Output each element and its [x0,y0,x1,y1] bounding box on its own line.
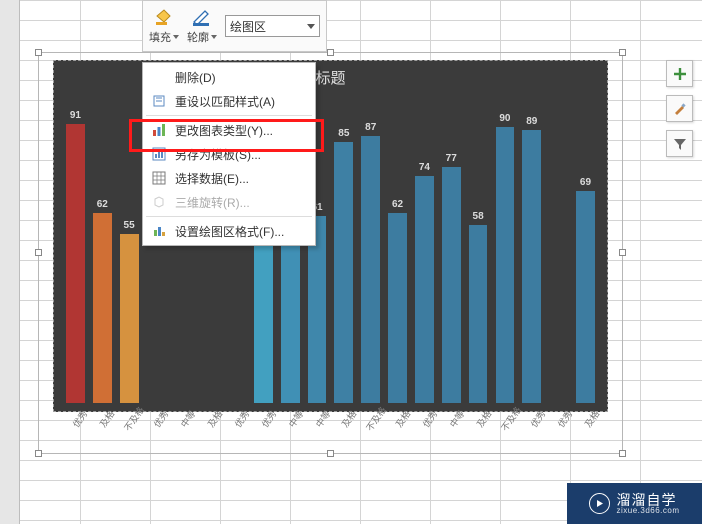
bar[interactable]: 85 [334,142,353,403]
bar-value-label: 91 [70,110,81,121]
pen-outline-icon [191,7,213,27]
element-selector-value: 绘图区 [230,18,266,35]
save-template-icon [151,146,167,162]
bar-slot: 58 [465,96,492,403]
bar-value-label: 55 [124,220,135,231]
bar-slot: 77 [438,96,465,403]
chart-object[interactable]: 标题 916255685961858762747758908969 优秀及格不及… [38,52,623,454]
bar-slot: 74 [411,96,438,403]
format-plot-icon [151,223,167,239]
blank-icon [151,69,167,85]
bar[interactable]: 90 [496,127,515,403]
bar-value-label: 58 [473,211,484,222]
bar[interactable]: 62 [388,213,407,403]
bar-slot: 91 [62,96,89,403]
menu-format-plot[interactable]: 设置绘图区格式(F)... [143,219,315,243]
chart-type-icon [151,122,167,138]
paint-bucket-icon [153,7,175,27]
menu-label: 另存为模板(S)... [175,146,261,163]
bar-value-label: 89 [526,116,537,127]
menu-label: 设置绘图区格式(F)... [175,223,284,240]
outline-label: 轮廓 [187,29,209,45]
bar[interactable]: 77 [442,167,461,403]
resize-handle[interactable] [327,49,334,56]
bar[interactable]: 62 [93,213,112,403]
bar-slot: 62 [384,96,411,403]
bar-value-label: 62 [392,199,403,210]
chevron-down-icon [173,34,179,40]
select-data-icon [151,170,167,186]
menu-label: 选择数据(E)... [175,170,249,187]
watermark-url: zixue.3d66.com [616,507,679,515]
element-selector[interactable]: 绘图区 [225,15,320,37]
menu-change-chart-type[interactable]: 更改图表类型(Y)... [143,118,315,142]
resize-handle[interactable] [619,249,626,256]
bar-slot: 87 [357,96,384,403]
bar[interactable]: 58 [469,225,488,403]
bar-slot: 90 [492,96,519,403]
plus-icon [672,66,688,82]
chart-title[interactable]: 标题 [54,67,607,88]
bar-value-label: 90 [499,113,510,124]
reset-icon [151,93,167,109]
chart-filter-button[interactable] [666,130,693,157]
bar-value-label: 85 [338,128,349,139]
rotate-3d-icon [151,194,167,210]
bar-value-label: 69 [580,177,591,188]
bar-slot: 85 [330,96,357,403]
bar-value-label: 87 [365,122,376,133]
bar[interactable]: 89 [522,130,541,403]
bar-value-label: 77 [446,153,457,164]
resize-handle[interactable] [327,450,334,457]
resize-handle[interactable] [35,450,42,457]
menu-3d-rotation: 三维旋转(R)... [143,190,315,214]
bar[interactable]: 55 [120,234,139,403]
bar[interactable]: 91 [66,124,85,403]
bar[interactable]: 59 [281,222,300,403]
bar-value-label: 62 [97,199,108,210]
bar[interactable]: 74 [415,176,434,403]
menu-save-template[interactable]: 另存为模板(S)... [143,142,315,166]
chevron-down-icon [211,34,217,40]
bar-slot: 69 [572,96,599,403]
row-headers [0,0,20,524]
bar-slot: 55 [116,96,143,403]
bar[interactable]: 69 [576,191,595,403]
bar-slot [545,96,572,403]
mini-toolbar: 填充 轮廓 绘图区 [142,0,327,52]
bar[interactable]: 87 [361,136,380,403]
chevron-down-icon [307,24,315,29]
resize-handle[interactable] [35,49,42,56]
watermark-text: 溜溜自学 [616,493,679,507]
play-circle-icon [589,493,610,514]
chart-add-element-button[interactable] [666,60,693,87]
menu-label: 三维旋转(R)... [175,194,250,211]
menu-reset-style[interactable]: 重设以匹配样式(A) [143,89,315,113]
menu-label: 删除(D) [175,69,216,86]
watermark: 溜溜自学 zixue.3d66.com [567,483,702,524]
fill-label: 填充 [149,29,171,45]
menu-delete[interactable]: 删除(D) [143,65,315,89]
resize-handle[interactable] [619,49,626,56]
menu-label: 重设以匹配样式(A) [175,93,275,110]
funnel-icon [673,137,687,151]
chart-styles-button[interactable] [666,95,693,122]
plot-area[interactable]: 标题 916255685961858762747758908969 [53,60,608,412]
resize-handle[interactable] [619,450,626,457]
bar-slot: 89 [518,96,545,403]
bar-value-label: 74 [419,162,430,173]
paintbrush-icon [672,101,688,117]
context-menu: 删除(D) 重设以匹配样式(A) 更改图表类型(Y)... 另存为模板(S)..… [142,62,316,246]
outline-tool[interactable]: 轮廓 [187,7,217,45]
resize-handle[interactable] [35,249,42,256]
menu-select-data[interactable]: 选择数据(E)... [143,166,315,190]
x-axis: 优秀及格不及格优秀中等及格优秀优秀中等中等及格不及格及格优秀中等及格不及格优秀优… [61,415,600,451]
fill-tool[interactable]: 填充 [149,7,179,45]
menu-label: 更改图表类型(Y)... [175,122,273,139]
menu-separator [146,216,312,217]
menu-separator [146,115,312,116]
bar-slot: 62 [89,96,116,403]
